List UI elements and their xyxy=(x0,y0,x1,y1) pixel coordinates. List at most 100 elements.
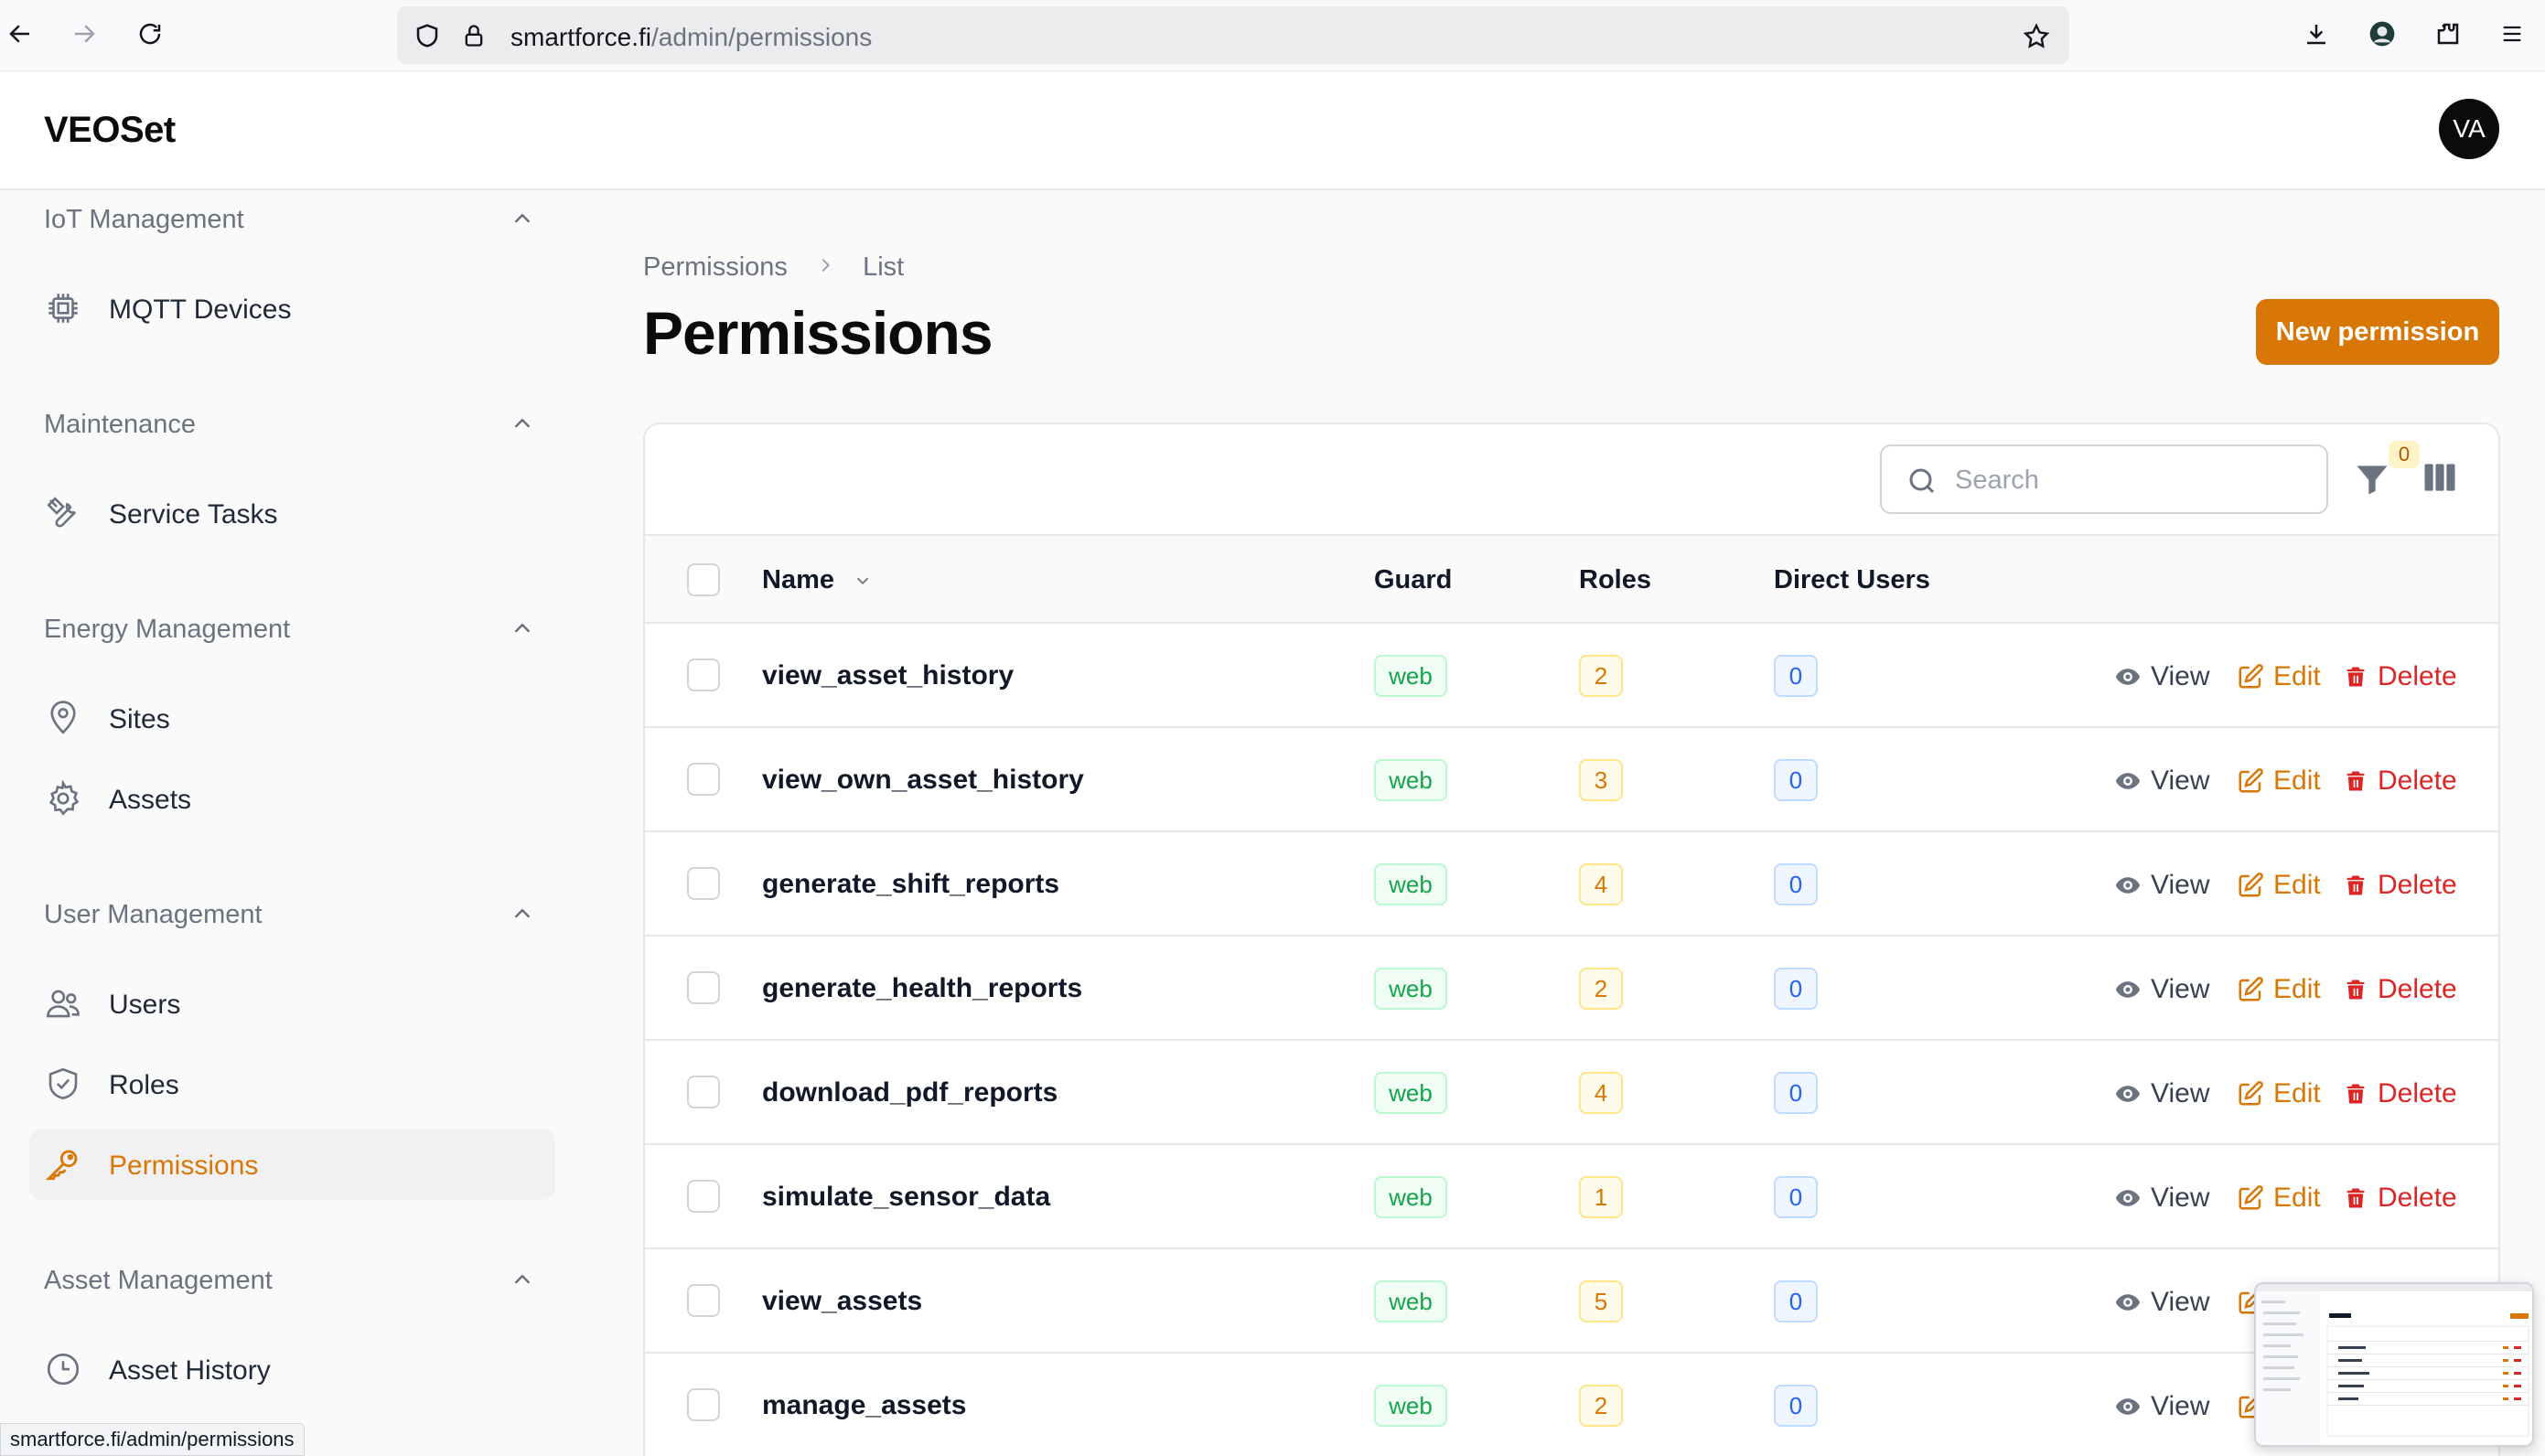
row-checkbox[interactable] xyxy=(687,1076,720,1108)
row-checkbox[interactable] xyxy=(687,971,720,1004)
permission-name[interactable]: generate_health_reports xyxy=(762,973,1082,1004)
sidebar-group-asset-management[interactable]: Asset Management xyxy=(44,1266,273,1296)
chevron-up-icon[interactable] xyxy=(509,1266,536,1293)
edit-button[interactable]: Edit xyxy=(2237,1180,2321,1216)
sidebar-item-roles[interactable]: Roles xyxy=(29,1048,555,1119)
row-checkbox[interactable] xyxy=(687,658,720,691)
forward-icon[interactable] xyxy=(66,16,102,52)
permission-name[interactable]: view_asset_history xyxy=(762,660,1014,691)
delete-button[interactable]: Delete xyxy=(2343,1076,2457,1112)
row-checkbox[interactable] xyxy=(687,1284,720,1317)
lock-icon xyxy=(461,22,487,54)
avatar[interactable]: VA xyxy=(2439,99,2499,159)
trash-icon xyxy=(2343,1184,2378,1212)
view-button[interactable]: View xyxy=(2114,1388,2209,1425)
delete-button[interactable]: Delete xyxy=(2343,658,2457,695)
browser-toolbar: smartforce.fi/admin/permissions xyxy=(0,0,2545,71)
permission-name[interactable]: download_pdf_reports xyxy=(762,1077,1058,1108)
profile-icon[interactable] xyxy=(2364,16,2400,52)
delete-button[interactable]: Delete xyxy=(2343,867,2457,904)
column-header-roles: Roles xyxy=(1579,565,1651,594)
roles-count-badge: 5 xyxy=(1579,1280,1623,1322)
sidebar-item-users[interactable]: Users xyxy=(29,968,555,1039)
permission-name[interactable]: generate_shift_reports xyxy=(762,869,1059,900)
delete-button[interactable]: Delete xyxy=(2343,971,2457,1008)
permission-name[interactable]: manage_assets xyxy=(762,1390,966,1421)
chip-icon xyxy=(48,294,78,323)
edit-button[interactable]: Edit xyxy=(2237,763,2321,799)
view-button[interactable]: View xyxy=(2114,1284,2209,1321)
table-row: manage_assetsweb20ViewEditDelete xyxy=(645,1354,2498,1456)
columns-icon[interactable] xyxy=(2420,457,2460,498)
row-checkbox[interactable] xyxy=(687,1388,720,1421)
row-checkbox[interactable] xyxy=(687,763,720,796)
sidebar-group-user-management[interactable]: User Management xyxy=(44,900,263,930)
guard-badge: web xyxy=(1374,655,1447,697)
direct-users-count-badge: 0 xyxy=(1774,759,1818,801)
sidebar-group-energy-management[interactable]: Energy Management xyxy=(44,615,290,645)
search-box[interactable] xyxy=(1880,444,2328,514)
chevron-up-icon[interactable] xyxy=(509,900,536,927)
menu-icon[interactable] xyxy=(2494,16,2530,52)
eye-icon xyxy=(2114,976,2151,1003)
sidebar-item-label: Asset History xyxy=(109,1355,271,1386)
guard-badge: web xyxy=(1374,1072,1447,1114)
back-icon[interactable] xyxy=(2,16,38,52)
view-button[interactable]: View xyxy=(2114,1076,2209,1112)
chevron-up-icon[interactable] xyxy=(509,615,536,642)
sidebar-item-sites[interactable]: Sites xyxy=(29,682,555,754)
edit-button[interactable]: Edit xyxy=(2237,867,2321,904)
eye-icon xyxy=(2114,767,2151,795)
select-all-checkbox[interactable] xyxy=(687,563,720,596)
new-permission-button[interactable]: New permission xyxy=(2256,299,2499,365)
row-checkbox[interactable] xyxy=(687,867,720,900)
sidebar-item-permissions[interactable]: Permissions xyxy=(29,1129,555,1200)
edit-button[interactable]: Edit xyxy=(2237,658,2321,695)
roles-count-badge: 4 xyxy=(1579,863,1623,905)
view-button[interactable]: View xyxy=(2114,763,2209,799)
brand-logo[interactable]: VEOSet xyxy=(44,110,176,151)
breadcrumb: Permissions List xyxy=(643,252,904,283)
users-icon xyxy=(47,990,80,1018)
address-bar[interactable]: smartforce.fi/admin/permissions xyxy=(397,6,2069,64)
sidebar-group-iot-management[interactable]: IoT Management xyxy=(44,205,244,235)
shield-check-icon xyxy=(48,1067,78,1100)
edit-button[interactable]: Edit xyxy=(2237,971,2321,1008)
column-header-name[interactable]: Name xyxy=(762,565,873,595)
link-status-bar: smartforce.fi/admin/permissions xyxy=(0,1423,305,1456)
table-row: view_assetsweb50ViewEditDelete xyxy=(645,1249,2498,1354)
tools-icon xyxy=(47,497,77,528)
view-button[interactable]: View xyxy=(2114,1180,2209,1216)
guard-badge: web xyxy=(1374,1280,1447,1322)
chevron-up-icon[interactable] xyxy=(509,205,536,232)
direct-users-count-badge: 0 xyxy=(1774,968,1818,1010)
edit-button[interactable]: Edit xyxy=(2237,1076,2321,1112)
trash-icon xyxy=(2343,767,2378,795)
bookmark-star-icon[interactable] xyxy=(2022,22,2051,56)
preview-thumbnail[interactable] xyxy=(2254,1282,2534,1447)
extensions-icon[interactable] xyxy=(2430,16,2466,52)
view-button[interactable]: View xyxy=(2114,658,2209,695)
sidebar-item-label: Assets xyxy=(109,785,192,815)
row-checkbox[interactable] xyxy=(687,1180,720,1213)
permission-name[interactable]: view_own_asset_history xyxy=(762,765,1084,796)
permission-name[interactable]: view_assets xyxy=(762,1286,922,1317)
breadcrumb-parent[interactable]: Permissions xyxy=(643,252,788,282)
roles-count-badge: 2 xyxy=(1579,655,1623,697)
filter-icon[interactable] xyxy=(2352,459,2392,499)
sidebar-item-mqtt-devices[interactable]: MQTT Devices xyxy=(29,273,555,344)
delete-button[interactable]: Delete xyxy=(2343,1180,2457,1216)
view-button[interactable]: View xyxy=(2114,971,2209,1008)
chevron-up-icon[interactable] xyxy=(509,410,536,437)
reload-icon[interactable] xyxy=(132,16,168,52)
delete-button[interactable]: Delete xyxy=(2343,763,2457,799)
sidebar-group-maintenance[interactable]: Maintenance xyxy=(44,410,196,440)
view-button[interactable]: View xyxy=(2114,867,2209,904)
search-input[interactable] xyxy=(1955,463,2303,498)
permission-name[interactable]: simulate_sensor_data xyxy=(762,1182,1050,1213)
trash-icon xyxy=(2343,1080,2378,1108)
sidebar-item-assets[interactable]: Assets xyxy=(29,763,555,834)
sidebar-item-asset-history[interactable]: Asset History xyxy=(29,1333,555,1405)
downloads-icon[interactable] xyxy=(2298,16,2335,52)
sidebar-item-service-tasks[interactable]: Service Tasks xyxy=(29,477,555,549)
